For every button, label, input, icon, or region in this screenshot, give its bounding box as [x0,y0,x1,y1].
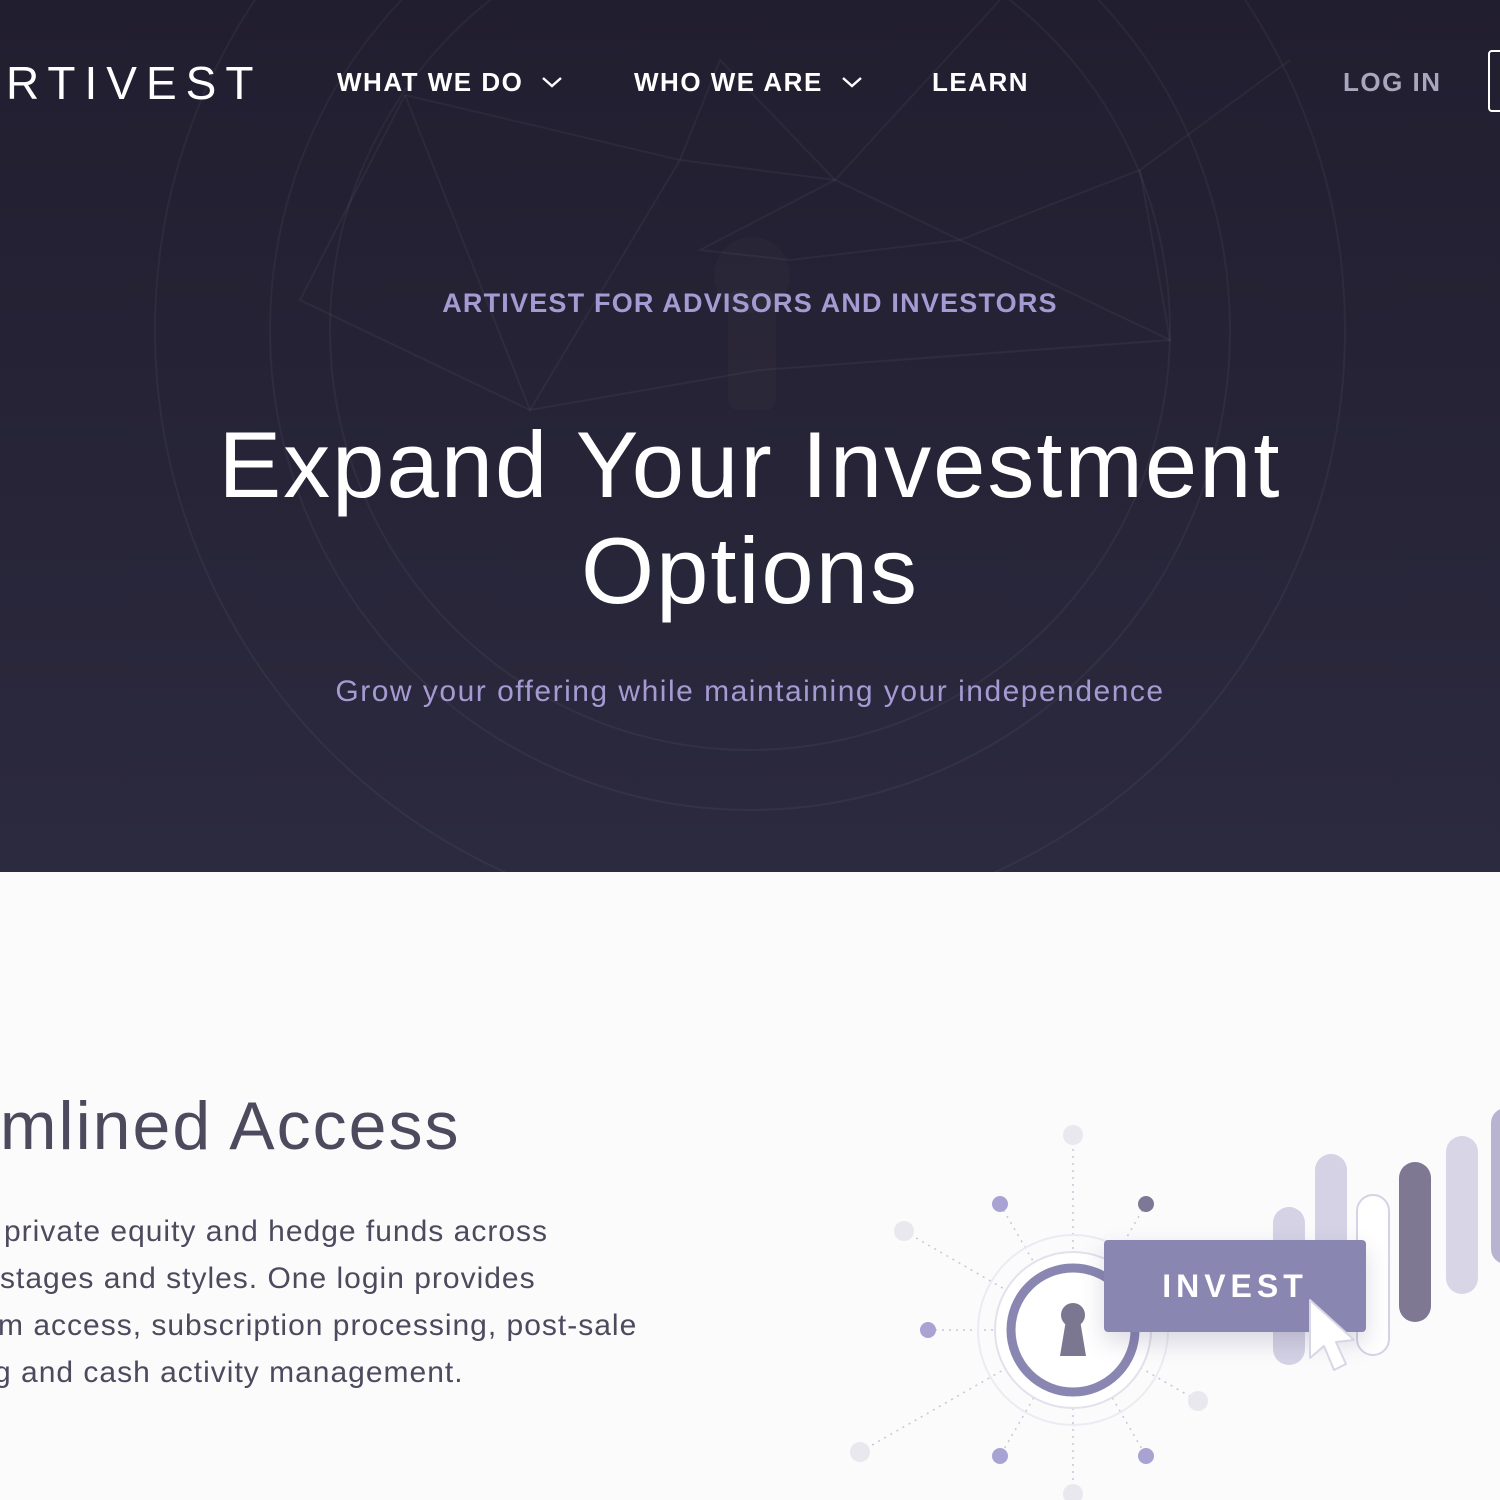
body-line: g and cash activity management. [0,1356,464,1389]
hero-subtitle: Grow your offering while maintaining you… [335,675,1165,708]
nav-item-label: WHO WE ARE [634,67,823,97]
body-line: private equity and hedge funds across [4,1215,548,1248]
hero-section: RTIVEST WHAT WE DO WHO WE ARE LEARN LOG … [0,0,1500,872]
hero-eyebrow: ARTIVEST FOR ADVISORS AND INVESTORS [442,288,1058,318]
body-line: m access, subscription processing, post-… [0,1309,638,1342]
nav-item-what-we-do[interactable]: WHAT WE DO [337,64,563,100]
nav-item-label: WHAT WE DO [337,67,524,97]
body-line: stages and styles. One login provides [0,1262,536,1295]
nav-item-learn[interactable]: LEARN [932,64,1029,100]
section-body: private equity and hedge funds across st… [0,1208,692,1396]
hero-title: Expand Your Investment Options [0,412,1500,624]
nav-item-label: LEARN [932,67,1030,97]
chevron-down-icon [842,77,862,88]
section-title: amlined Access [0,1088,461,1164]
login-link[interactable]: LOG IN [1343,64,1442,100]
logo[interactable]: RTIVEST [6,58,262,108]
nav-item-who-we-are[interactable]: WHO WE ARE [634,64,863,100]
chevron-down-icon [542,77,563,88]
outlined-header-button[interactable] [1488,50,1500,112]
hero-title-line-2: Options [581,518,919,623]
cursor-arrow-icon [1309,1299,1355,1371]
hero-title-line-1: Expand Your Investment [218,412,1282,517]
